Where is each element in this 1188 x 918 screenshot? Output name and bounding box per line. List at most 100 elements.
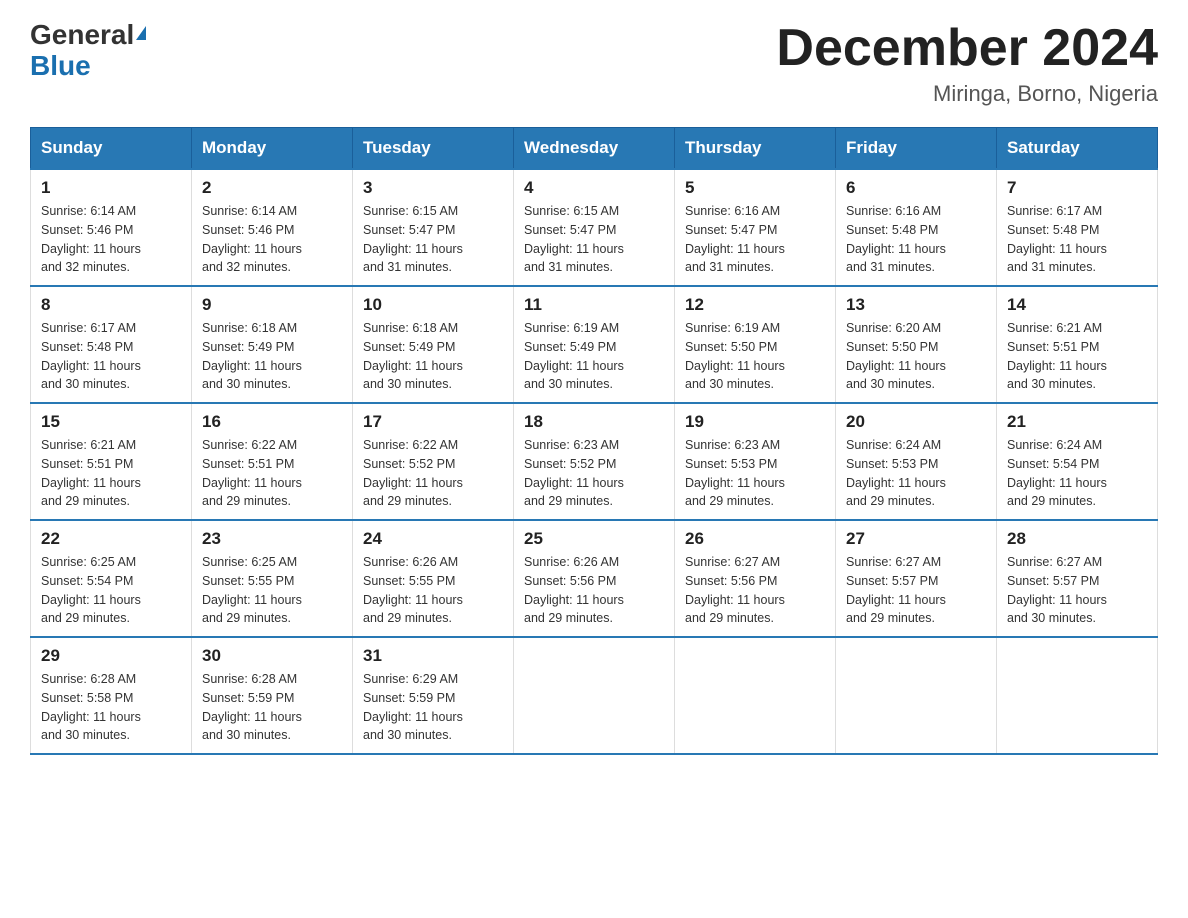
weekday-header-saturday: Saturday — [997, 128, 1158, 170]
day-number: 5 — [685, 178, 825, 198]
day-info: Sunrise: 6:16 AM Sunset: 5:48 PM Dayligh… — [846, 202, 986, 277]
logo-text: General Blue — [30, 20, 146, 82]
day-number: 21 — [1007, 412, 1147, 432]
calendar-cell: 19 Sunrise: 6:23 AM Sunset: 5:53 PM Dayl… — [675, 403, 836, 520]
day-info: Sunrise: 6:20 AM Sunset: 5:50 PM Dayligh… — [846, 319, 986, 394]
calendar-week-2: 8 Sunrise: 6:17 AM Sunset: 5:48 PM Dayli… — [31, 286, 1158, 403]
day-info: Sunrise: 6:17 AM Sunset: 5:48 PM Dayligh… — [1007, 202, 1147, 277]
calendar-cell — [514, 637, 675, 754]
calendar-cell: 15 Sunrise: 6:21 AM Sunset: 5:51 PM Dayl… — [31, 403, 192, 520]
calendar-cell: 11 Sunrise: 6:19 AM Sunset: 5:49 PM Dayl… — [514, 286, 675, 403]
calendar-cell: 3 Sunrise: 6:15 AM Sunset: 5:47 PM Dayli… — [353, 169, 514, 286]
day-number: 7 — [1007, 178, 1147, 198]
calendar-cell: 24 Sunrise: 6:26 AM Sunset: 5:55 PM Dayl… — [353, 520, 514, 637]
day-number: 20 — [846, 412, 986, 432]
day-number: 31 — [363, 646, 503, 666]
calendar-cell: 14 Sunrise: 6:21 AM Sunset: 5:51 PM Dayl… — [997, 286, 1158, 403]
day-number: 18 — [524, 412, 664, 432]
day-info: Sunrise: 6:23 AM Sunset: 5:53 PM Dayligh… — [685, 436, 825, 511]
day-number: 13 — [846, 295, 986, 315]
calendar-cell: 6 Sunrise: 6:16 AM Sunset: 5:48 PM Dayli… — [836, 169, 997, 286]
day-number: 3 — [363, 178, 503, 198]
day-number: 25 — [524, 529, 664, 549]
day-info: Sunrise: 6:25 AM Sunset: 5:54 PM Dayligh… — [41, 553, 181, 628]
calendar-cell: 7 Sunrise: 6:17 AM Sunset: 5:48 PM Dayli… — [997, 169, 1158, 286]
weekday-header-tuesday: Tuesday — [353, 128, 514, 170]
day-number: 22 — [41, 529, 181, 549]
day-info: Sunrise: 6:15 AM Sunset: 5:47 PM Dayligh… — [524, 202, 664, 277]
day-info: Sunrise: 6:26 AM Sunset: 5:55 PM Dayligh… — [363, 553, 503, 628]
calendar-cell: 4 Sunrise: 6:15 AM Sunset: 5:47 PM Dayli… — [514, 169, 675, 286]
logo-general: General — [30, 19, 134, 50]
calendar-cell: 29 Sunrise: 6:28 AM Sunset: 5:58 PM Dayl… — [31, 637, 192, 754]
day-info: Sunrise: 6:29 AM Sunset: 5:59 PM Dayligh… — [363, 670, 503, 745]
calendar-cell: 17 Sunrise: 6:22 AM Sunset: 5:52 PM Dayl… — [353, 403, 514, 520]
location: Miringa, Borno, Nigeria — [776, 81, 1158, 107]
day-info: Sunrise: 6:25 AM Sunset: 5:55 PM Dayligh… — [202, 553, 342, 628]
day-number: 6 — [846, 178, 986, 198]
day-info: Sunrise: 6:21 AM Sunset: 5:51 PM Dayligh… — [1007, 319, 1147, 394]
day-number: 29 — [41, 646, 181, 666]
calendar-cell: 10 Sunrise: 6:18 AM Sunset: 5:49 PM Dayl… — [353, 286, 514, 403]
calendar-cell: 8 Sunrise: 6:17 AM Sunset: 5:48 PM Dayli… — [31, 286, 192, 403]
calendar-cell: 31 Sunrise: 6:29 AM Sunset: 5:59 PM Dayl… — [353, 637, 514, 754]
calendar-cell: 28 Sunrise: 6:27 AM Sunset: 5:57 PM Dayl… — [997, 520, 1158, 637]
day-number: 10 — [363, 295, 503, 315]
day-info: Sunrise: 6:28 AM Sunset: 5:59 PM Dayligh… — [202, 670, 342, 745]
day-info: Sunrise: 6:18 AM Sunset: 5:49 PM Dayligh… — [363, 319, 503, 394]
calendar-week-5: 29 Sunrise: 6:28 AM Sunset: 5:58 PM Dayl… — [31, 637, 1158, 754]
day-number: 28 — [1007, 529, 1147, 549]
logo-triangle-icon — [136, 26, 146, 40]
calendar-week-3: 15 Sunrise: 6:21 AM Sunset: 5:51 PM Dayl… — [31, 403, 1158, 520]
day-info: Sunrise: 6:15 AM Sunset: 5:47 PM Dayligh… — [363, 202, 503, 277]
day-info: Sunrise: 6:18 AM Sunset: 5:49 PM Dayligh… — [202, 319, 342, 394]
day-info: Sunrise: 6:14 AM Sunset: 5:46 PM Dayligh… — [41, 202, 181, 277]
day-number: 1 — [41, 178, 181, 198]
day-number: 27 — [846, 529, 986, 549]
day-number: 11 — [524, 295, 664, 315]
day-info: Sunrise: 6:27 AM Sunset: 5:57 PM Dayligh… — [1007, 553, 1147, 628]
calendar-cell: 12 Sunrise: 6:19 AM Sunset: 5:50 PM Dayl… — [675, 286, 836, 403]
day-number: 24 — [363, 529, 503, 549]
day-number: 16 — [202, 412, 342, 432]
calendar-cell — [836, 637, 997, 754]
calendar-cell: 22 Sunrise: 6:25 AM Sunset: 5:54 PM Dayl… — [31, 520, 192, 637]
calendar-cell: 26 Sunrise: 6:27 AM Sunset: 5:56 PM Dayl… — [675, 520, 836, 637]
calendar-cell: 20 Sunrise: 6:24 AM Sunset: 5:53 PM Dayl… — [836, 403, 997, 520]
day-info: Sunrise: 6:19 AM Sunset: 5:49 PM Dayligh… — [524, 319, 664, 394]
calendar-week-4: 22 Sunrise: 6:25 AM Sunset: 5:54 PM Dayl… — [31, 520, 1158, 637]
day-number: 4 — [524, 178, 664, 198]
day-info: Sunrise: 6:21 AM Sunset: 5:51 PM Dayligh… — [41, 436, 181, 511]
calendar-cell: 13 Sunrise: 6:20 AM Sunset: 5:50 PM Dayl… — [836, 286, 997, 403]
day-number: 30 — [202, 646, 342, 666]
day-info: Sunrise: 6:27 AM Sunset: 5:56 PM Dayligh… — [685, 553, 825, 628]
day-info: Sunrise: 6:22 AM Sunset: 5:52 PM Dayligh… — [363, 436, 503, 511]
calendar-table: SundayMondayTuesdayWednesdayThursdayFrid… — [30, 127, 1158, 755]
day-info: Sunrise: 6:17 AM Sunset: 5:48 PM Dayligh… — [41, 319, 181, 394]
month-title: December 2024 — [776, 20, 1158, 77]
calendar-cell: 1 Sunrise: 6:14 AM Sunset: 5:46 PM Dayli… — [31, 169, 192, 286]
day-info: Sunrise: 6:24 AM Sunset: 5:53 PM Dayligh… — [846, 436, 986, 511]
calendar-cell: 27 Sunrise: 6:27 AM Sunset: 5:57 PM Dayl… — [836, 520, 997, 637]
calendar-cell: 23 Sunrise: 6:25 AM Sunset: 5:55 PM Dayl… — [192, 520, 353, 637]
day-info: Sunrise: 6:27 AM Sunset: 5:57 PM Dayligh… — [846, 553, 986, 628]
logo: General Blue — [30, 20, 146, 82]
weekday-header-monday: Monday — [192, 128, 353, 170]
weekday-header-sunday: Sunday — [31, 128, 192, 170]
day-info: Sunrise: 6:24 AM Sunset: 5:54 PM Dayligh… — [1007, 436, 1147, 511]
day-number: 12 — [685, 295, 825, 315]
calendar-cell — [997, 637, 1158, 754]
day-number: 9 — [202, 295, 342, 315]
calendar-cell: 2 Sunrise: 6:14 AM Sunset: 5:46 PM Dayli… — [192, 169, 353, 286]
calendar-cell: 30 Sunrise: 6:28 AM Sunset: 5:59 PM Dayl… — [192, 637, 353, 754]
calendar-cell — [675, 637, 836, 754]
calendar-cell: 21 Sunrise: 6:24 AM Sunset: 5:54 PM Dayl… — [997, 403, 1158, 520]
day-number: 15 — [41, 412, 181, 432]
weekday-header-thursday: Thursday — [675, 128, 836, 170]
weekday-header-friday: Friday — [836, 128, 997, 170]
day-number: 23 — [202, 529, 342, 549]
day-number: 2 — [202, 178, 342, 198]
weekday-header-wednesday: Wednesday — [514, 128, 675, 170]
day-number: 26 — [685, 529, 825, 549]
day-number: 19 — [685, 412, 825, 432]
